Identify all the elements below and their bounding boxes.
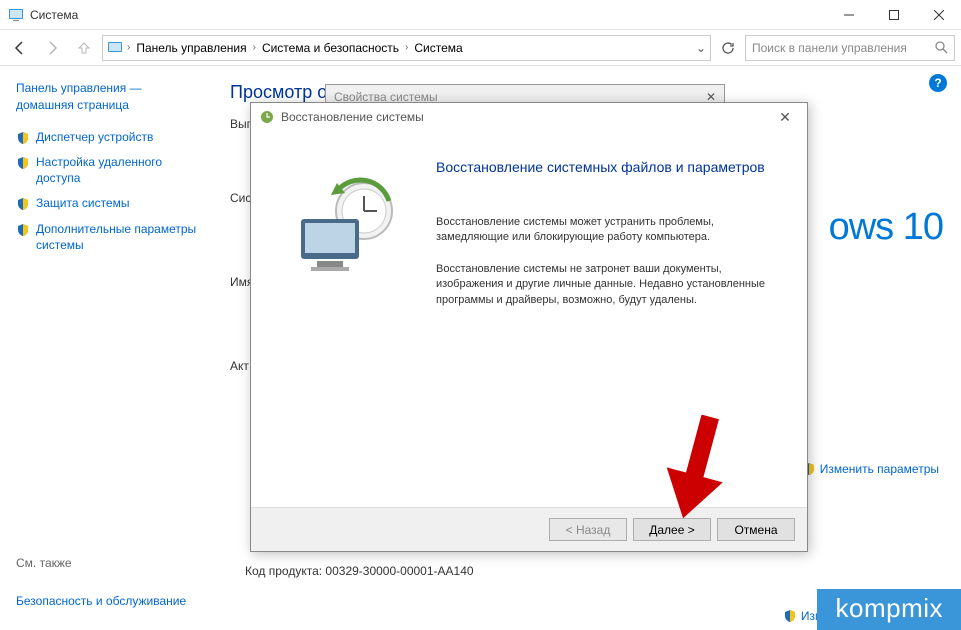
sidebar-link-label: Дополнительные параметры системы <box>36 222 200 253</box>
close-button[interactable]: ✕ <box>771 109 799 126</box>
breadcrumb-item[interactable]: Панель управления <box>134 41 248 55</box>
shield-icon <box>16 131 30 145</box>
up-button[interactable] <box>70 34 98 62</box>
breadcrumb[interactable]: › Панель управления › Система и безопасн… <box>102 35 711 61</box>
wizard-footer: < Назад Далее > Отмена <box>251 507 807 551</box>
breadcrumb-item[interactable]: Система <box>412 41 464 55</box>
wizard-titlebar: Восстановление системы ✕ <box>251 103 807 131</box>
titlebar: Система <box>0 0 961 30</box>
product-key: Код продукта: 00329-30000-00001-AA140 <box>245 564 474 578</box>
wizard-content: Восстановление системных файлов и параме… <box>436 131 807 507</box>
system-icon <box>8 7 24 23</box>
watermark: kompmix <box>817 589 961 630</box>
wizard-graphic-panel <box>251 131 436 507</box>
control-panel-home-link[interactable]: Панель управления — домашняя страница <box>16 80 200 114</box>
chevron-right-icon: › <box>127 42 130 53</box>
change-settings-link[interactable]: Изменить параметры <box>802 461 939 476</box>
security-maintenance-link[interactable]: Безопасность и обслуживание <box>16 593 186 610</box>
product-key-value: 00329-30000-00001-AA140 <box>325 564 473 578</box>
product-key-label: Код продукта: <box>245 564 322 578</box>
wizard-body: Восстановление системных файлов и параме… <box>251 131 807 507</box>
shield-icon <box>16 197 30 211</box>
forward-button[interactable] <box>38 34 66 62</box>
window-title: Система <box>30 8 826 22</box>
wizard-title-text: Восстановление системы <box>281 110 424 124</box>
navbar: › Панель управления › Система и безопасн… <box>0 30 961 66</box>
minimize-button[interactable] <box>826 0 871 30</box>
cancel-button[interactable]: Отмена <box>717 518 795 541</box>
restore-graphic-icon <box>289 171 399 281</box>
restore-icon <box>259 109 275 125</box>
wizard-heading: Восстановление системных файлов и параме… <box>436 159 787 175</box>
sidebar-link-advanced[interactable]: Дополнительные параметры системы <box>16 222 200 253</box>
wizard-paragraph: Восстановление системы может устранить п… <box>436 215 787 246</box>
sidebar-link-remote[interactable]: Настройка удаленного доступа <box>16 155 200 186</box>
sidebar-link-label: Диспетчер устройств <box>36 130 153 146</box>
search-input[interactable]: Поиск в панели управления <box>745 35 955 61</box>
chevron-right-icon: › <box>253 42 256 53</box>
help-icon[interactable]: ? <box>929 74 947 92</box>
sidebar-link-protection[interactable]: Защита системы <box>16 196 200 212</box>
back-button: < Назад <box>549 518 627 541</box>
wizard-paragraph: Восстановление системы не затронет ваши … <box>436 262 787 308</box>
shield-icon <box>16 156 30 170</box>
search-placeholder: Поиск в панели управления <box>752 41 907 55</box>
monitor-icon <box>107 40 123 56</box>
sidebar-link-label: Настройка удаленного доступа <box>36 155 200 186</box>
next-button[interactable]: Далее > <box>633 518 711 541</box>
see-also-label: См. также <box>16 556 72 570</box>
link-label: Изменить параметры <box>820 462 939 476</box>
sidebar-link-device-manager[interactable]: Диспетчер устройств <box>16 130 200 146</box>
chevron-right-icon: › <box>405 42 408 53</box>
window-controls <box>826 0 961 30</box>
back-button[interactable] <box>6 34 34 62</box>
shield-icon <box>16 223 30 237</box>
close-button[interactable] <box>916 0 961 30</box>
chevron-down-icon[interactable]: ⌄ <box>696 41 706 55</box>
sidebar-link-label: Защита системы <box>36 196 129 212</box>
breadcrumb-item[interactable]: Система и безопасность <box>260 41 401 55</box>
windows-10-logo: ows 10 <box>829 206 943 249</box>
search-icon <box>935 41 948 54</box>
sidebar: Панель управления — домашняя страница Ди… <box>0 66 210 630</box>
system-restore-wizard: Восстановление системы ✕ Восстановление … <box>250 102 808 552</box>
maximize-button[interactable] <box>871 0 916 30</box>
refresh-button[interactable] <box>715 35 741 61</box>
shield-icon <box>783 609 797 623</box>
